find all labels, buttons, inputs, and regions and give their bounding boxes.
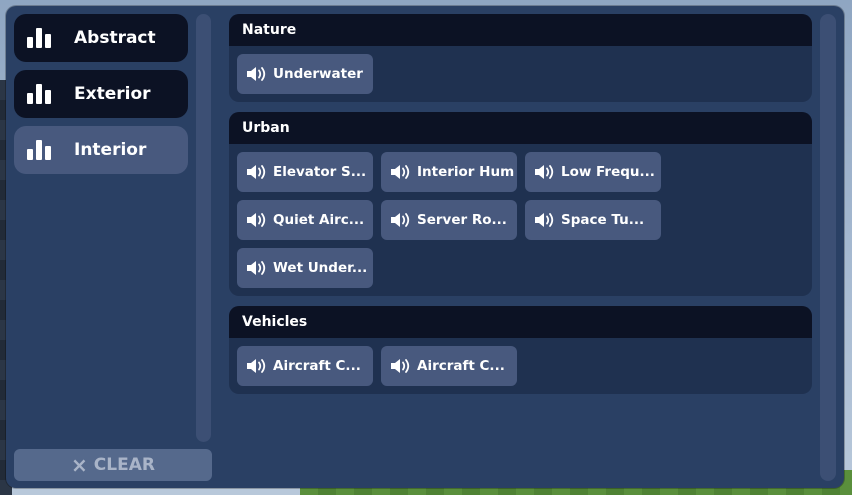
clear-label: CLEAR bbox=[93, 455, 155, 475]
sound-label: Interior Hum bbox=[417, 164, 515, 180]
sound-tile[interactable]: Space Tu... bbox=[525, 200, 661, 240]
sound-tile[interactable]: Server Ro... bbox=[381, 200, 517, 240]
content-scrollbar[interactable] bbox=[820, 14, 836, 481]
bar-chart-icon bbox=[27, 140, 55, 160]
sound-list: Nature Underwater Urban Elevator S... Interi… bbox=[229, 14, 812, 404]
sound-tile[interactable]: Underwater bbox=[237, 54, 373, 94]
speaker-icon bbox=[533, 162, 561, 182]
category-exterior[interactable]: Exterior bbox=[14, 70, 188, 118]
sound-grid: Elevator S... Interior Hum Low Frequ... Qui… bbox=[229, 144, 812, 296]
sound-tile[interactable]: Quiet Airc... bbox=[237, 200, 373, 240]
speaker-icon bbox=[389, 356, 417, 376]
section-title: Urban bbox=[229, 112, 812, 144]
speaker-icon bbox=[245, 162, 273, 182]
sound-grid: Underwater bbox=[229, 46, 812, 102]
sound-label: Aircraft C... bbox=[273, 358, 361, 374]
bar-chart-icon bbox=[27, 84, 55, 104]
sound-tile[interactable]: Interior Hum bbox=[381, 152, 517, 192]
section-vehicles: Vehicles Aircraft C... Aircraft C... bbox=[229, 306, 812, 394]
category-label: Interior bbox=[74, 140, 147, 160]
sound-label: Quiet Airc... bbox=[273, 212, 365, 228]
sound-tile[interactable]: Aircraft C... bbox=[237, 346, 373, 386]
speaker-icon bbox=[389, 210, 417, 230]
sidebar-scrollbar[interactable] bbox=[196, 14, 211, 442]
sound-grid: Aircraft C... Aircraft C... bbox=[229, 338, 812, 394]
category-sidebar: Abstract Exterior Interior bbox=[14, 14, 188, 182]
speaker-icon bbox=[245, 356, 273, 376]
sound-label: Server Ro... bbox=[417, 212, 507, 228]
category-interior[interactable]: Interior bbox=[14, 126, 188, 174]
category-label: Exterior bbox=[74, 84, 151, 104]
speaker-icon bbox=[533, 210, 561, 230]
sound-label: Low Frequ... bbox=[561, 164, 655, 180]
section-urban: Urban Elevator S... Interior Hum Low Frequ.… bbox=[229, 112, 812, 296]
clear-button[interactable]: × CLEAR bbox=[14, 449, 212, 481]
section-title: Vehicles bbox=[229, 306, 812, 338]
sound-tile[interactable]: Elevator S... bbox=[237, 152, 373, 192]
speaker-icon bbox=[245, 64, 273, 84]
sound-label: Wet Under... bbox=[273, 260, 368, 276]
sound-label: Aircraft C... bbox=[417, 358, 505, 374]
sound-label: Underwater bbox=[273, 66, 363, 82]
sound-tile[interactable]: Low Frequ... bbox=[525, 152, 661, 192]
category-label: Abstract bbox=[74, 28, 156, 48]
sound-label: Space Tu... bbox=[561, 212, 645, 228]
sound-browser-panel: Abstract Exterior Interior × CLEAR Natur… bbox=[6, 6, 844, 488]
speaker-icon bbox=[389, 162, 417, 182]
speaker-icon bbox=[245, 258, 273, 278]
sound-tile[interactable]: Wet Under... bbox=[237, 248, 373, 288]
speaker-icon bbox=[245, 210, 273, 230]
sound-tile[interactable]: Aircraft C... bbox=[381, 346, 517, 386]
section-nature: Nature Underwater bbox=[229, 14, 812, 102]
section-title: Nature bbox=[229, 14, 812, 46]
close-icon: × bbox=[71, 453, 88, 477]
category-abstract[interactable]: Abstract bbox=[14, 14, 188, 62]
bar-chart-icon bbox=[27, 28, 55, 48]
sound-label: Elevator S... bbox=[273, 164, 367, 180]
